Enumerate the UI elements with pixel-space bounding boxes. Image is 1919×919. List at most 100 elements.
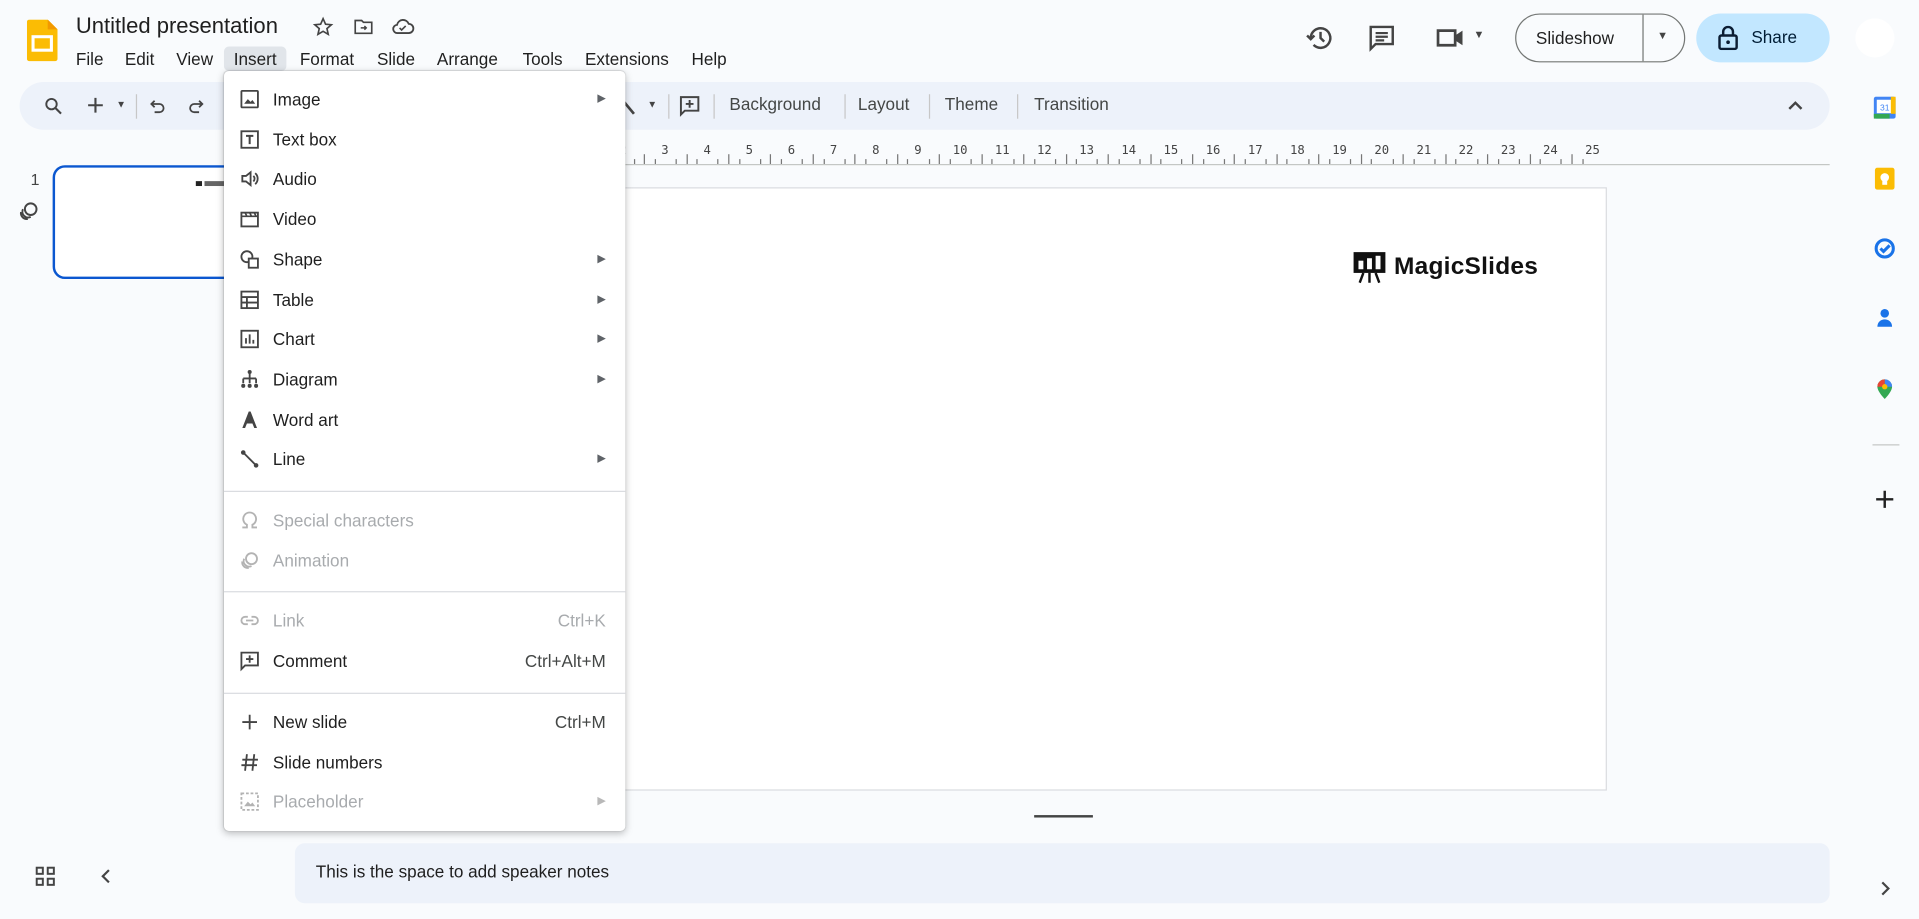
- meet-caret-icon[interactable]: ▼: [1474, 28, 1485, 40]
- horizontal-ruler[interactable]: 1234567891011121314151617181920212223242…: [538, 137, 1606, 164]
- menu-item-audio[interactable]: Audio: [224, 161, 625, 198]
- layout-button[interactable]: Layout: [858, 94, 909, 114]
- ruler-tick: [854, 154, 856, 164]
- menu-help[interactable]: Help: [684, 47, 734, 71]
- ruler-tick: [686, 154, 688, 164]
- meet-icon[interactable]: [1436, 24, 1465, 51]
- menu-item-comment[interactable]: Comment Ctrl+Alt+M: [224, 643, 625, 680]
- notes-resize-handle[interactable]: [1034, 815, 1093, 817]
- menu-item-slide-numbers[interactable]: Slide numbers: [224, 743, 625, 780]
- transition-button[interactable]: Transition: [1034, 94, 1109, 114]
- new-slide-caret-icon[interactable]: ▼: [116, 99, 126, 110]
- star-icon[interactable]: [312, 16, 334, 38]
- redo-icon[interactable]: [186, 97, 206, 117]
- menu-item-label: Shape: [272, 249, 323, 269]
- menu-file[interactable]: File: [69, 47, 111, 71]
- ruler-baseline: [538, 163, 1830, 166]
- calendar-icon[interactable]: 31: [1873, 96, 1896, 119]
- new-slide-plus-icon[interactable]: [86, 95, 106, 115]
- insert-menu-dropdown: Image ▶ Text box Audio Video Shape ▶ Table ▶ Char…: [223, 70, 626, 831]
- menu-divider: [223, 692, 626, 694]
- speaker-notes[interactable]: This is the space to add speaker notes: [294, 843, 1830, 904]
- menu-item-label: Chart: [272, 329, 315, 350]
- menu-tools[interactable]: Tools: [515, 47, 570, 71]
- menu-item-image[interactable]: Image ▶: [224, 81, 625, 118]
- ruler-number: 8: [872, 144, 880, 158]
- menu-item-label: New slide: [272, 712, 348, 732]
- menu-item-video[interactable]: Video: [224, 201, 625, 238]
- grid-view-icon[interactable]: [35, 866, 55, 886]
- slides-logo-icon[interactable]: [26, 19, 58, 62]
- menu-insert[interactable]: Insert: [223, 46, 287, 71]
- ruler-number: 7: [829, 144, 838, 158]
- menu-item-label: Diagram: [272, 369, 338, 390]
- ruler-number: 22: [1458, 144, 1474, 158]
- menu-slide[interactable]: Slide: [370, 47, 423, 71]
- line-tool-caret-icon[interactable]: ▼: [647, 99, 657, 110]
- version-history-icon[interactable]: [1306, 23, 1335, 52]
- shape-icon: [239, 248, 261, 270]
- ruler-tick: [770, 154, 772, 164]
- menu-item-label: Audio: [272, 169, 317, 189]
- video-icon: [239, 208, 261, 230]
- maps-icon[interactable]: [1874, 378, 1896, 400]
- cloud-saved-icon[interactable]: [390, 15, 415, 39]
- background-button[interactable]: Background: [729, 94, 820, 114]
- ruler-number: 18: [1290, 144, 1305, 158]
- menu-item-label: Word art: [272, 409, 339, 430]
- move-folder-icon[interactable]: [352, 16, 374, 38]
- slideshow-dropdown-icon[interactable]: ▼: [1657, 29, 1668, 41]
- keep-icon[interactable]: [1874, 167, 1896, 190]
- expand-side-panel-chevron-right-icon[interactable]: [1874, 878, 1896, 900]
- share-button[interactable]: Share: [1696, 13, 1830, 63]
- collapse-toolbar-chevron-up-icon[interactable]: [1787, 98, 1804, 113]
- menu-item-new-slide[interactable]: New slide Ctrl+M: [224, 703, 625, 740]
- undo-icon[interactable]: [148, 97, 168, 117]
- menu-item-text-box[interactable]: Text box: [224, 121, 625, 158]
- menu-format[interactable]: Format: [293, 47, 362, 71]
- menu-item-shape[interactable]: Shape ▶: [224, 241, 625, 278]
- get-addons-plus-icon[interactable]: [1874, 488, 1896, 510]
- search-menus-icon[interactable]: [43, 95, 64, 116]
- omega-icon: [239, 509, 261, 531]
- ruler-number: 23: [1500, 144, 1516, 158]
- slide-thumbnail[interactable]: [52, 165, 249, 280]
- submenu-arrow-icon: ▶: [597, 794, 606, 807]
- toolbar-separator: [135, 94, 138, 119]
- ruler-tick: [1402, 154, 1405, 164]
- ruler-number: 10: [952, 144, 968, 158]
- ruler-tick: [1149, 154, 1152, 164]
- menu-item-label: Line: [272, 449, 306, 470]
- shortcut-label: Ctrl+M: [554, 712, 606, 732]
- add-comment-icon[interactable]: [678, 94, 701, 117]
- slideshow-button[interactable]: Slideshow ▼: [1515, 13, 1686, 63]
- menu-item-word-art[interactable]: Word art: [224, 401, 625, 438]
- share-label: Share: [1751, 26, 1798, 47]
- comments-icon[interactable]: [1367, 23, 1396, 52]
- speaker-notes-text: This is the space to add speaker notes: [315, 861, 610, 882]
- menu-item-table[interactable]: Table ▶: [224, 281, 625, 318]
- menu-item-chart[interactable]: Chart ▶: [224, 321, 625, 358]
- menu-arrange[interactable]: Arrange: [430, 47, 506, 71]
- lock-icon: [1717, 25, 1739, 51]
- slide-canvas[interactable]: MagicSlides: [538, 187, 1607, 791]
- menu-view[interactable]: View: [169, 47, 221, 71]
- account-avatar[interactable]: [1855, 18, 1895, 58]
- ruler-tick: [896, 154, 899, 164]
- table-icon: [239, 288, 261, 310]
- ruler-number: 4: [703, 144, 711, 158]
- animation-icon: [239, 549, 261, 571]
- menu-item-diagram[interactable]: Diagram ▶: [224, 361, 625, 398]
- contacts-icon[interactable]: [1874, 307, 1896, 329]
- menu-edit[interactable]: Edit: [117, 47, 161, 71]
- document-title[interactable]: Untitled presentation: [76, 13, 278, 39]
- menu-extensions[interactable]: Extensions: [578, 47, 677, 71]
- animation-indicator-icon[interactable]: [17, 199, 40, 222]
- magicslides-logo[interactable]: MagicSlides: [1352, 248, 1538, 285]
- collapse-filmstrip-chevron-left-icon[interactable]: [99, 868, 114, 885]
- tasks-icon[interactable]: [1874, 237, 1896, 259]
- shortcut-label: Ctrl+K: [557, 611, 606, 631]
- theme-button[interactable]: Theme: [945, 94, 998, 114]
- ruler-number: 14: [1121, 144, 1137, 158]
- menu-item-line[interactable]: Line ▶: [224, 441, 625, 478]
